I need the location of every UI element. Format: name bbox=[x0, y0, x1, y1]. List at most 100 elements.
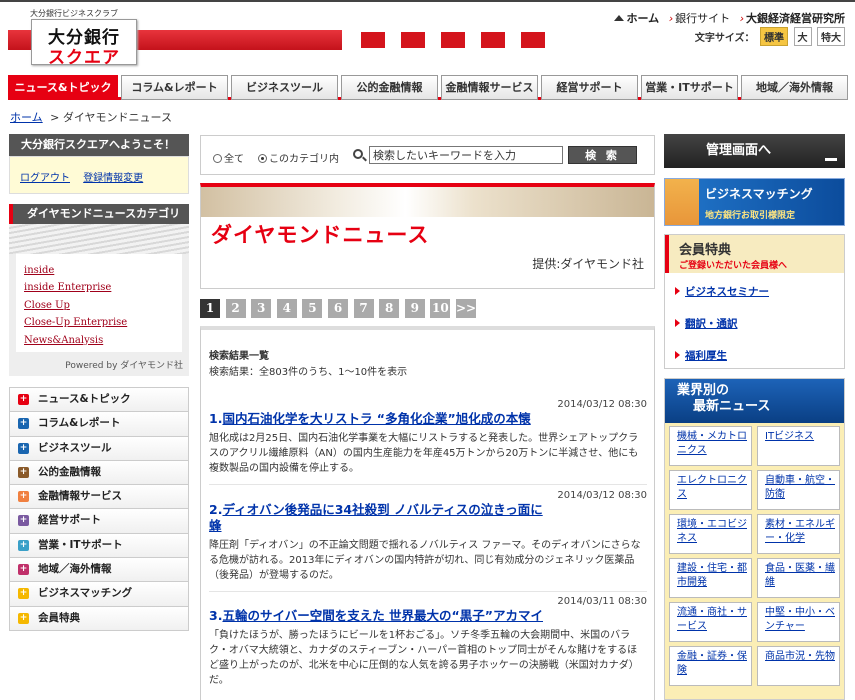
gnav-tab-management[interactable]: 経営サポート bbox=[541, 75, 638, 100]
gnav-tab-finance-service[interactable]: 金融情報サービス bbox=[441, 75, 538, 100]
page-8[interactable]: 8 bbox=[379, 299, 400, 318]
provider-label: 提供:ダイヤモンド社 bbox=[532, 257, 644, 271]
bank-site-link[interactable]: › 銀行サイト bbox=[669, 12, 730, 25]
item-desc: 降圧剤「ディオバン」の不正論文問題で揺れるノバルティス ファーマ。そのディオバン… bbox=[209, 540, 641, 581]
plus-icon: + bbox=[18, 466, 29, 478]
search-scope-all[interactable]: 全て bbox=[213, 150, 244, 165]
industry-cell[interactable]: 機械・メカトロニクス bbox=[669, 426, 752, 466]
page-9[interactable]: 9 bbox=[404, 299, 425, 318]
plus-icon: + bbox=[18, 515, 29, 527]
business-matching-banner[interactable]: ビジネスマッチング 地方銀行お取引様限定 bbox=[664, 178, 845, 226]
handshake-photo bbox=[665, 179, 699, 225]
industry-cell[interactable]: 商品市況・先物 bbox=[757, 646, 840, 686]
page-5[interactable]: 5 bbox=[302, 299, 323, 318]
industry-cell[interactable]: 中堅・中小・ベンチャー bbox=[757, 602, 840, 642]
search-icon bbox=[353, 149, 363, 159]
category-link-news-analysis[interactable]: News&Analysis bbox=[24, 332, 182, 349]
left-menu-news[interactable]: + ニュース&トピック bbox=[9, 388, 189, 413]
site-logo[interactable]: 大分銀行 スクエア bbox=[31, 19, 137, 68]
welcome-box: ログアウト 登録情報変更 bbox=[9, 156, 189, 194]
industry-cell[interactable]: エレクトロニクス bbox=[669, 470, 752, 510]
plus-icon: + bbox=[18, 394, 29, 405]
gnav-tab-sales-it[interactable]: 営業・ITサポート bbox=[641, 75, 738, 100]
gnav-tab-regional[interactable]: 地域／海外情報 bbox=[741, 75, 848, 100]
item-date: 2014/03/12 08:30 bbox=[557, 490, 647, 501]
left-menu-column[interactable]: + コラム&レポート bbox=[9, 412, 189, 437]
page-2[interactable]: 2 bbox=[225, 299, 246, 318]
search-input[interactable] bbox=[369, 146, 563, 164]
gnav-tab-tools[interactable]: ビジネスツール bbox=[231, 75, 338, 100]
item-title-link[interactable]: 五輪のサイバー空間を支えた 世界最大の“黒子”アカマイ bbox=[222, 608, 543, 623]
page-title: ダイヤモンドニュース bbox=[211, 223, 430, 247]
plus-icon: + bbox=[18, 491, 29, 503]
search-scope-category[interactable]: このカテゴリ内 bbox=[258, 150, 339, 165]
gnav-tab-news[interactable]: ニュース&トピック bbox=[8, 75, 118, 100]
arrow-icon bbox=[675, 287, 680, 295]
page-4[interactable]: 4 bbox=[276, 299, 297, 318]
industry-cell[interactable]: 自動車・航空・防衛 bbox=[757, 470, 840, 510]
list-item: 2014/03/12 08:30 2.ディオバン後発品に34社殺到 ノバルティス… bbox=[209, 490, 647, 581]
gnav-tab-public-finance[interactable]: 公的金融情報 bbox=[341, 75, 438, 100]
admin-button[interactable]: 管理画面へ bbox=[664, 134, 845, 168]
home-link[interactable]: ホーム bbox=[613, 12, 659, 25]
industry-cell[interactable]: 建設・住宅・都市開発 bbox=[669, 558, 752, 598]
edit-profile-link[interactable]: 登録情報変更 bbox=[83, 173, 143, 184]
logo-tagline: 大分銀行ビジネスクラブ bbox=[30, 9, 118, 18]
breadcrumb-home[interactable]: ホーム bbox=[10, 111, 43, 124]
page-1[interactable]: 1 bbox=[200, 299, 220, 318]
benefit-link-seminar[interactable]: ビジネスセミナー bbox=[685, 284, 769, 299]
arrow-icon: › bbox=[668, 12, 674, 25]
header-red-bar-2 bbox=[150, 30, 342, 50]
item-title: 2.ディオバン後発品に34社殺到 ノバルティスの泣きっ面に蜂 bbox=[209, 502, 543, 533]
left-menu-regional[interactable]: + 地域／海外情報 bbox=[9, 558, 189, 583]
arrow-icon bbox=[675, 319, 680, 327]
list-item: 2014/03/11 08:30 3.五輪のサイバー空間を支えた 世界最大の“黒… bbox=[209, 596, 647, 696]
font-size-xlarge-button[interactable]: 特大 bbox=[817, 27, 845, 46]
category-link-close-up-enterprise[interactable]: Close-Up Enterprise bbox=[24, 314, 182, 331]
category-link-inside-enterprise[interactable]: inside Enterprise bbox=[24, 279, 182, 296]
page-next[interactable]: >> bbox=[456, 299, 476, 318]
left-menu-tools[interactable]: + ビジネスツール bbox=[9, 436, 189, 461]
logout-link[interactable]: ログアウト bbox=[20, 173, 70, 184]
left-menu-public-finance[interactable]: + 公的金融情報 bbox=[9, 460, 189, 486]
item-date: 2014/03/11 08:30 bbox=[557, 596, 647, 607]
left-menu-matching[interactable]: + ビジネスマッチング bbox=[9, 582, 189, 607]
breadcrumb: ホーム > ダイヤモンドニュース bbox=[10, 109, 172, 125]
left-menu-finance-service[interactable]: + 金融情報サービス bbox=[9, 485, 189, 510]
industry-cell[interactable]: 素材・エネルギー・化学 bbox=[757, 514, 840, 554]
industry-cell[interactable]: 金融・証券・保険 bbox=[669, 646, 752, 686]
benefit-link-welfare[interactable]: 福利厚生 bbox=[685, 348, 727, 363]
header-red-square bbox=[361, 32, 385, 48]
left-menu-management[interactable]: + 経営サポート bbox=[9, 509, 189, 534]
left-menu-sales-it[interactable]: + 営業・ITサポート bbox=[9, 533, 189, 559]
plus-icon: + bbox=[18, 539, 29, 551]
results-count: 検索結果：全803件のうち、1～10件を表示 bbox=[209, 367, 408, 378]
category-box: inside inside Enterprise Close Up Close-… bbox=[9, 244, 189, 376]
benefit-link-translation[interactable]: 翻訳・通訳 bbox=[685, 316, 738, 331]
industry-cell[interactable]: 流通・商社・サービス bbox=[669, 602, 752, 642]
page-10[interactable]: 10 bbox=[430, 299, 451, 318]
gnav-tab-column[interactable]: コラム&レポート bbox=[121, 75, 228, 100]
header-red-square bbox=[401, 32, 425, 48]
industry-cell[interactable]: ITビジネス bbox=[757, 426, 840, 466]
research-link[interactable]: › 大銀経済経営研究所 bbox=[740, 12, 845, 25]
item-title-link[interactable]: 国内石油化学を大リストラ “多角化企業”旭化成の本懐 bbox=[222, 411, 530, 426]
radio-selected-icon bbox=[258, 154, 267, 163]
powered-by: Powered by ダイヤモンド社 bbox=[65, 361, 183, 371]
left-menu-benefits[interactable]: + 会員特典 bbox=[9, 606, 189, 631]
plus-icon: + bbox=[18, 442, 29, 454]
industry-cell[interactable]: 食品・医薬・繊維 bbox=[757, 558, 840, 598]
global-nav: ニュース&トピック コラム&レポート ビジネスツール 公的金融情報 金融情報サー… bbox=[8, 75, 848, 100]
item-title-link[interactable]: ディオバン後発品に34社殺到 ノバルティスの泣きっ面に蜂 bbox=[209, 502, 543, 533]
page-6[interactable]: 6 bbox=[328, 299, 348, 318]
category-link-inside[interactable]: inside bbox=[24, 262, 182, 279]
font-size-normal-button[interactable]: 標準 bbox=[760, 27, 789, 46]
font-size-large-button[interactable]: 大 bbox=[793, 27, 812, 46]
site-header: 大分銀行ビジネスクラブ 大分銀行 スクエア ホーム › 銀行サイト › 大銀経済経営… bbox=[0, 2, 855, 72]
page-7[interactable]: 7 bbox=[353, 299, 374, 318]
category-link-close-up[interactable]: Close Up bbox=[24, 297, 182, 314]
search-button[interactable]: 検 索 bbox=[568, 146, 637, 164]
industry-cell[interactable]: 環境・エコビジネス bbox=[669, 514, 752, 554]
item-desc: 「負けたほうが、勝ったほうにビールを1杯おごる」。ソチ冬季五輪の大会期間中、米国… bbox=[209, 630, 639, 686]
page-3[interactable]: 3 bbox=[251, 299, 272, 318]
